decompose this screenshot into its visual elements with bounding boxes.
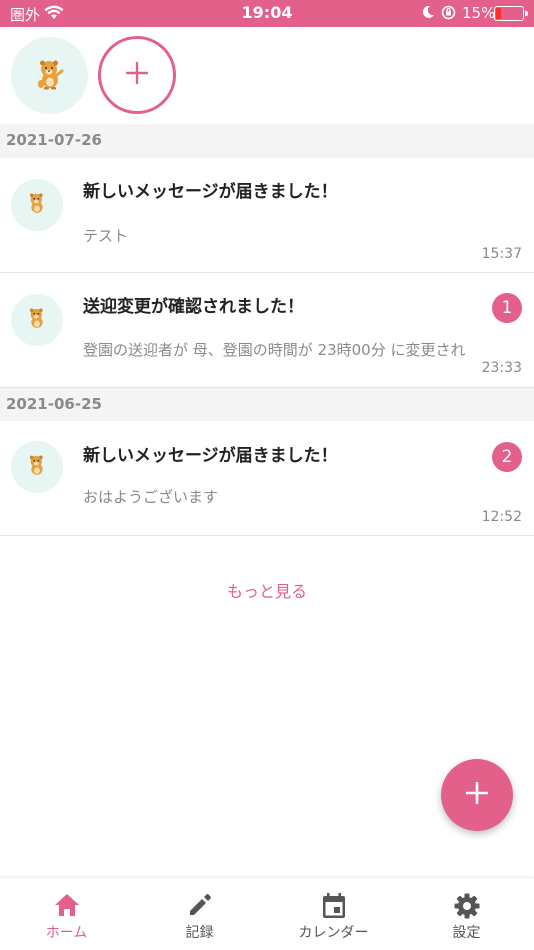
moon-icon — [421, 5, 435, 23]
battery-percent: 15% — [462, 4, 496, 22]
notification-title: 新しいメッセージが届きました！ — [83, 182, 338, 202]
children-row — [0, 27, 534, 124]
date-header: 2021-07-26 — [0, 124, 534, 158]
notification-avatar — [11, 294, 63, 346]
add-child-button[interactable] — [98, 36, 176, 114]
notification-body: テスト — [83, 227, 129, 245]
nav-record[interactable]: 記録 — [133, 878, 266, 950]
notification-avatar — [11, 179, 63, 231]
unread-badge: 1 — [492, 293, 522, 323]
child-avatar[interactable] — [11, 37, 88, 114]
notification-time: 12:52 — [481, 509, 522, 525]
notification-avatar — [11, 441, 63, 493]
nav-label: 記録 — [185, 925, 214, 941]
bear-character-icon — [25, 191, 49, 219]
notification-item[interactable]: 送迎変更が確認されました！ 1 登園の送迎者が 母、登園の時間が 23時00分 … — [0, 273, 534, 388]
more-link[interactable]: もっと見る — [0, 578, 534, 602]
home-icon — [0, 892, 133, 920]
unread-badge: 2 — [492, 442, 522, 472]
nav-calendar[interactable]: カレンダー — [267, 878, 400, 950]
plus-icon — [125, 61, 149, 89]
notification-body: おはようございます — [83, 488, 219, 506]
plus-icon — [465, 781, 489, 808]
rotation-lock-icon — [441, 5, 456, 24]
calendar-icon — [267, 892, 400, 920]
status-bar: 圏外 19:04 15% — [0, 0, 534, 27]
nav-label: ホーム — [45, 925, 88, 941]
gear-icon — [400, 892, 533, 920]
notification-time: 23:33 — [481, 360, 522, 376]
nav-settings[interactable]: 設定 — [400, 878, 533, 950]
date-header: 2021-06-25 — [0, 388, 534, 422]
bear-character-icon — [33, 57, 67, 95]
notification-item[interactable]: 新しいメッセージが届きました！ 2 おはようございます 12:52 — [0, 421, 534, 536]
bear-character-icon — [25, 453, 49, 481]
nav-home[interactable]: ホーム — [0, 878, 133, 950]
notification-body: 登園の送迎者が 母、登園の時間が 23時00分 に変更され — [83, 341, 466, 359]
battery-icon — [494, 6, 528, 21]
notification-time: 15:37 — [481, 246, 522, 262]
add-fab-button[interactable] — [441, 759, 513, 831]
pencil-icon — [133, 892, 266, 920]
bottom-nav: ホーム 記録 カレンダー 設定 — [0, 877, 534, 950]
nav-label: 設定 — [452, 925, 481, 941]
notification-title: 新しいメッセージが届きました！ — [83, 446, 338, 466]
notification-title: 送迎変更が確認されました！ — [83, 297, 304, 317]
nav-label: カレンダー — [298, 925, 369, 941]
notification-item[interactable]: 新しいメッセージが届きました！ テスト 15:37 — [0, 158, 534, 273]
bear-character-icon — [25, 306, 49, 334]
